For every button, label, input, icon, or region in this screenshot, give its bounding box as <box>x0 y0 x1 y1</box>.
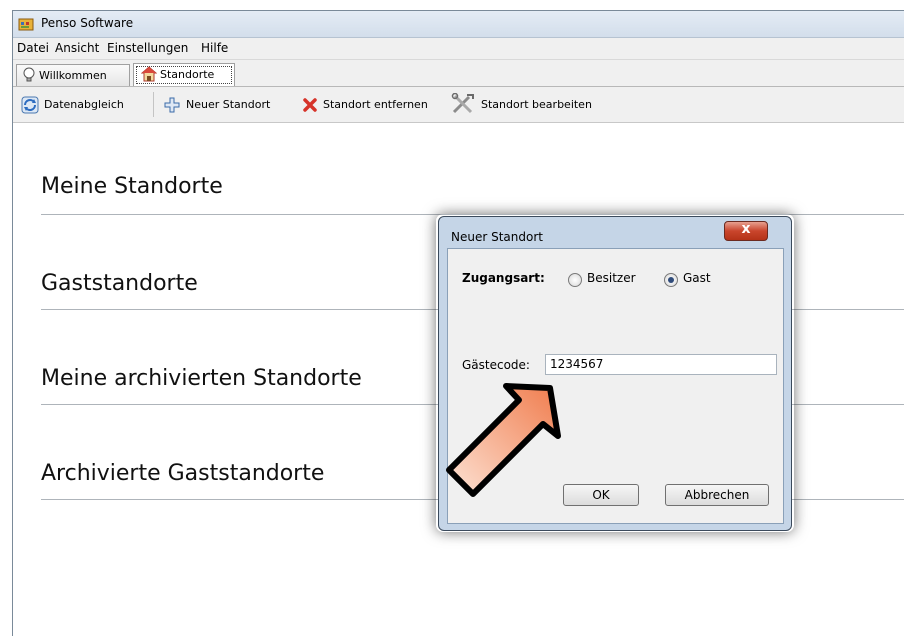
new-location-label: Neuer Standort <box>186 98 271 111</box>
edit-location-button[interactable]: Standort bearbeiten <box>451 93 611 114</box>
tools-icon <box>451 93 474 114</box>
annotation-arrow-icon <box>446 383 561 497</box>
radio-besitzer-label[interactable]: Besitzer <box>587 271 636 285</box>
menu-einstellungen[interactable]: Einstellungen <box>107 41 188 55</box>
dialog-title: Neuer Standort <box>451 230 543 244</box>
menu-ansicht[interactable]: Ansicht <box>55 41 99 55</box>
title-bar: Penso Software <box>13 11 904 38</box>
section-my-archived-locations: Meine archivierten Standorte <box>41 366 362 391</box>
toolbar-separator <box>153 92 154 117</box>
remove-location-button[interactable]: Standort entfernen <box>301 96 449 114</box>
app-icon <box>18 18 34 31</box>
sync-label: Datenabgleich <box>44 98 124 111</box>
remove-x-icon <box>303 98 317 112</box>
section-guest-locations: Gaststandorte <box>41 271 198 296</box>
guest-code-input[interactable]: 1234567 <box>545 354 777 375</box>
radio-selected-dot <box>668 277 674 283</box>
tab-standorte[interactable]: Standorte <box>133 63 235 86</box>
sync-button[interactable]: Datenabgleich <box>21 96 149 114</box>
radio-gast[interactable] <box>664 273 678 287</box>
access-type-label: Zugangsart: <box>462 271 545 285</box>
dialog-close-button[interactable]: x <box>724 221 768 241</box>
new-location-button[interactable]: Neuer Standort <box>163 96 291 114</box>
edit-location-label: Standort bearbeiten <box>481 98 592 111</box>
tab-bar: Willkommen Standorte <box>13 60 904 87</box>
refresh-icon <box>21 96 39 114</box>
guest-code-label: Gästecode: <box>462 358 530 372</box>
lightbulb-icon <box>23 67 35 82</box>
toolbar: Datenabgleich Neuer Standort Standort en… <box>13 87 904 123</box>
remove-location-label: Standort entfernen <box>323 98 428 111</box>
plus-icon <box>164 97 180 113</box>
section-archived-guest-locations: Archivierte Gaststandorte <box>41 461 325 486</box>
window-title: Penso Software <box>41 16 134 30</box>
tab-willkommen[interactable]: Willkommen <box>16 64 130 86</box>
section-my-locations: Meine Standorte <box>41 174 223 199</box>
tab-willkommen-label: Willkommen <box>39 69 107 82</box>
radio-gast-label[interactable]: Gast <box>683 271 711 285</box>
menu-datei[interactable]: Datei <box>17 41 49 55</box>
tab-standorte-label: Standorte <box>160 68 215 81</box>
close-icon: x <box>741 221 751 237</box>
menu-bar: Datei Ansicht Einstellungen Hilfe <box>13 38 904 60</box>
ok-button[interactable]: OK <box>563 484 639 506</box>
house-icon <box>141 66 157 82</box>
menu-hilfe[interactable]: Hilfe <box>201 41 228 55</box>
cancel-button[interactable]: Abbrechen <box>665 484 769 506</box>
radio-besitzer[interactable] <box>568 273 582 287</box>
